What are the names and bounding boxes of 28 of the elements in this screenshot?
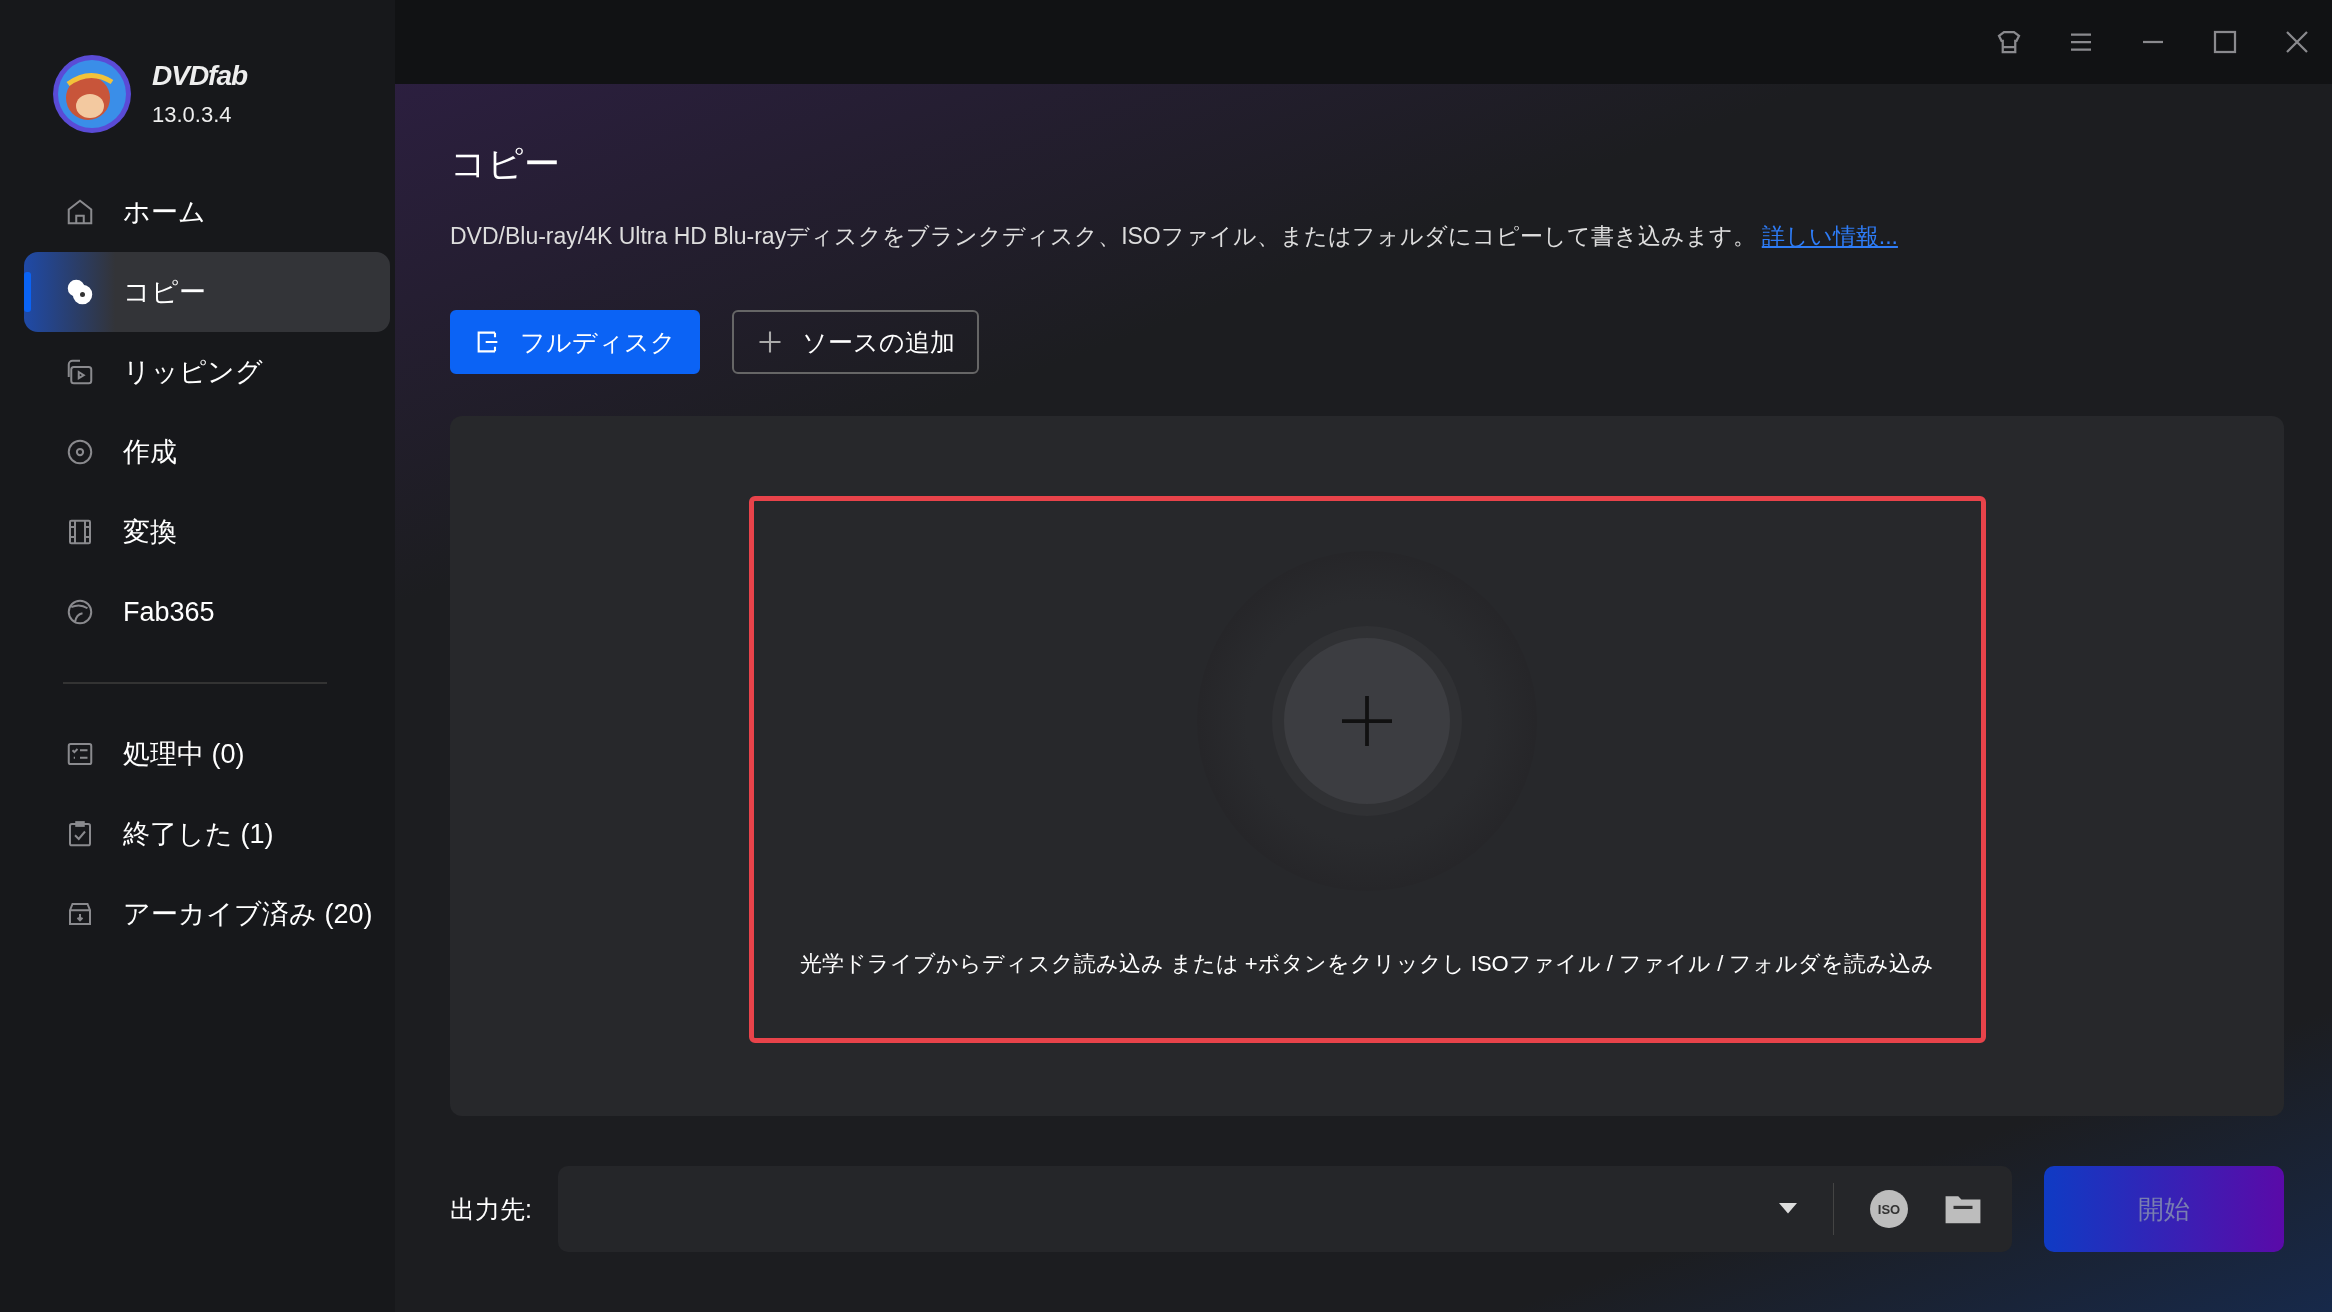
output-path-field[interactable]: ISO <box>558 1166 2012 1252</box>
mascot-avatar-icon <box>52 54 132 134</box>
mode-button[interactable]: フルディスク <box>450 310 700 374</box>
queue-item[interactable]: アーカイブ済み (20) <box>24 874 390 954</box>
nav-item[interactable]: ホーム <box>24 172 390 252</box>
iso-button[interactable]: ISO <box>1870 1190 1908 1228</box>
queue-item[interactable]: 処理中 (0) <box>24 714 390 794</box>
app-logo: DVDfab <box>152 60 248 92</box>
app-version: 13.0.3.4 <box>152 102 233 128</box>
disc-icon <box>65 437 95 467</box>
nav-item[interactable]: 変換 <box>24 492 390 572</box>
nav-item[interactable]: 作成 <box>24 412 390 492</box>
queue-item[interactable]: 終了した (1) <box>24 794 390 874</box>
folder-icon[interactable] <box>1944 1193 1982 1225</box>
more-info-link[interactable]: 詳しい情報... <box>1761 223 1898 249</box>
active-indicator <box>24 272 31 312</box>
nav-item[interactable]: リッピング <box>24 332 390 412</box>
drop-hint: 光学ドライブからディスク読み込み または +ボタンをクリックし ISOファイル / ファイル / フォルダを読み込み <box>799 950 1935 978</box>
caret-icon[interactable] <box>1779 1203 1797 1215</box>
disc-icon <box>65 277 95 307</box>
mode-button[interactable]: ソースの追加 <box>732 310 979 374</box>
page-title: コピー <box>450 142 561 186</box>
output-label: 出力先: <box>450 1193 533 1225</box>
house-icon <box>65 197 95 227</box>
folder-play-icon <box>65 357 95 387</box>
nav-item[interactable]: コピー <box>24 252 390 332</box>
page-description: DVD/Blu-ray/4K Ultra HD Blu-rayディスクをブランクディスク、ISOファイル、またはフォルダにコピーして書き込みます。 詳しい情報... <box>450 222 1899 251</box>
nav-item[interactable]: Fab365 <box>24 572 390 652</box>
